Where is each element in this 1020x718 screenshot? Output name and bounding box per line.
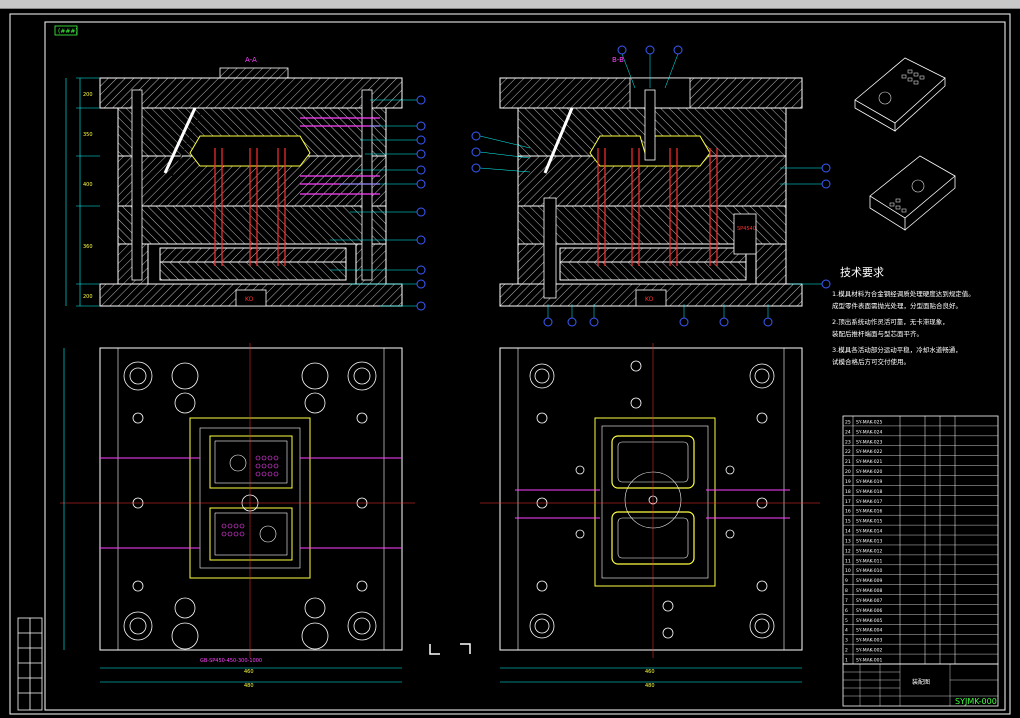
parts-row-index: 1 [845, 658, 848, 664]
parts-row-index: 23 [845, 439, 851, 445]
section-a-a-view[interactable]: A-A KO 200 350 400 360 200 [65, 56, 426, 311]
parts-row-index: 25 [845, 419, 851, 425]
parts-row-code: SY-MAK-016 [856, 509, 882, 515]
cad-drawing-canvas[interactable]: (###) A-A KO 200 350 400 360 200 B-B KO … [0, 8, 1020, 718]
parts-row-code: SY-MAK-009 [856, 578, 882, 584]
parts-row-index: 11 [845, 558, 851, 564]
plan-view-left[interactable]: GB-SP450-450-300-1000 460 480 [60, 343, 415, 689]
plan-right-dim-mid: 460 [645, 669, 655, 675]
dim-left-1: 350 [83, 132, 93, 138]
tech-req-line-5: 试模合格后方可交付使用。 [832, 357, 910, 366]
parts-row-code: SY-MAK-015 [856, 519, 882, 525]
parts-row-code: SY-MAK-017 [856, 499, 882, 505]
dim-left-4: 200 [83, 294, 93, 300]
parts-row-code: SY-MAK-024 [856, 429, 882, 435]
plan-left-note: GB-SP450-450-300-1000 [200, 658, 262, 664]
section-b-b-view[interactable]: B-B KO SP4540 [471, 45, 831, 327]
parts-row-index: 4 [845, 628, 848, 634]
parts-row-code: SY-MAK-006 [856, 608, 882, 614]
parts-row-index: 7 [845, 598, 848, 604]
dim-left-2: 400 [83, 182, 93, 188]
parts-list-table[interactable]: 25 SY-MAK-02524 SY-MAK-02423 SY-MAK-02322 SY… [842, 415, 999, 665]
parts-row-index: 18 [845, 489, 851, 495]
parts-row-code: SY-MAK-013 [856, 538, 882, 544]
parts-row-code: SY-MAK-019 [856, 479, 882, 485]
left-margin-strip [17, 617, 43, 711]
parts-row-code: SY-MAK-018 [856, 489, 882, 495]
tech-req-line-2: 2.顶出系统动作灵活可靠，无卡滞现象， [832, 317, 949, 326]
parts-row-index: 14 [845, 529, 851, 535]
plan-left-dim-outer: 480 [244, 683, 254, 689]
dim-left-0: 200 [83, 92, 93, 98]
view-marker-right [460, 643, 471, 654]
parts-row-code: SY-MAK-011 [856, 558, 882, 564]
parts-row-code: SY-MAK-007 [856, 598, 882, 604]
parts-row-index: 15 [845, 519, 851, 525]
parts-row-index: 6 [845, 608, 848, 614]
section-a-a-title: A-A [245, 56, 257, 64]
parts-row-code: SY-MAK-001 [856, 658, 882, 664]
tech-req-line-4: 3.模具各活动部分运动平稳，冷却水道畅通， [832, 345, 962, 354]
parts-row-index: 2 [845, 648, 848, 654]
parts-row-code: SY-MAK-022 [856, 449, 882, 455]
parts-row-code: SY-MAK-003 [856, 638, 882, 644]
drawing-number: SYJMK-000 [955, 697, 997, 706]
parts-row-index: 9 [845, 578, 848, 584]
tech-req-line-0: 1.模具材料为合金钢经调质处理硬度达到规定值。 [832, 289, 975, 298]
parts-row-index: 5 [845, 618, 848, 624]
parts-row-code: SY-MAK-010 [856, 568, 882, 574]
plan-left-dim-mid: 460 [244, 669, 254, 675]
technical-requirements: 技术要求 1.模具材料为合金钢经调质处理硬度达到规定值。 成型零件表面需抛光处理… [832, 266, 975, 366]
section-a-ko-label: KO [245, 296, 254, 303]
section-b-b-title: B-B [612, 56, 624, 64]
parts-row-index: 19 [845, 479, 851, 485]
parts-row-index: 3 [845, 638, 848, 644]
parts-row-index: 20 [845, 469, 851, 475]
title-block[interactable]: 装配图 SYJMK-000 [842, 663, 999, 707]
tech-req-line-3: 装配后推杆端面与型芯面平齐。 [832, 329, 923, 338]
parts-row-code: SY-MAK-025 [856, 419, 882, 425]
parts-row-index: 8 [845, 588, 848, 594]
parts-row-code: SY-MAK-020 [856, 469, 882, 475]
dim-left-3: 360 [83, 244, 93, 250]
section-b-ko-label: KO [645, 296, 654, 303]
parts-row-index: 12 [845, 548, 851, 554]
product-isometric-views[interactable] [854, 57, 956, 231]
parts-row-index: 21 [845, 459, 851, 465]
parts-row-index: 13 [845, 538, 851, 544]
parts-row-index: 10 [845, 568, 851, 574]
parts-row-code: SY-MAK-014 [856, 529, 882, 535]
parts-row-index: 24 [845, 429, 851, 435]
title-block-label: 装配图 [912, 678, 930, 686]
parts-row-code: SY-MAK-002 [856, 648, 882, 654]
parts-row-index: 17 [845, 499, 851, 505]
parts-row-code: SY-MAK-023 [856, 439, 882, 445]
section-b-callout: SP4540 [737, 226, 756, 232]
parts-row-code: SY-MAK-021 [856, 459, 882, 465]
parts-row-index: 16 [845, 509, 851, 515]
parts-row-code: SY-MAK-008 [856, 588, 882, 594]
corner-tag: (###) [58, 28, 78, 35]
parts-row-index: 22 [845, 449, 851, 455]
parts-row-code: SY-MAK-012 [856, 548, 882, 554]
parts-row-code: SY-MAK-005 [856, 618, 882, 624]
tech-req-line-1: 成型零件表面需抛光处理，分型面贴合良好。 [832, 301, 962, 310]
plan-view-right[interactable]: 460 480 [480, 343, 820, 689]
view-marker-left [429, 644, 440, 655]
tech-req-title: 技术要求 [840, 266, 884, 279]
plan-right-dim-outer: 480 [645, 683, 655, 689]
parts-row-code: SY-MAK-004 [856, 628, 882, 634]
